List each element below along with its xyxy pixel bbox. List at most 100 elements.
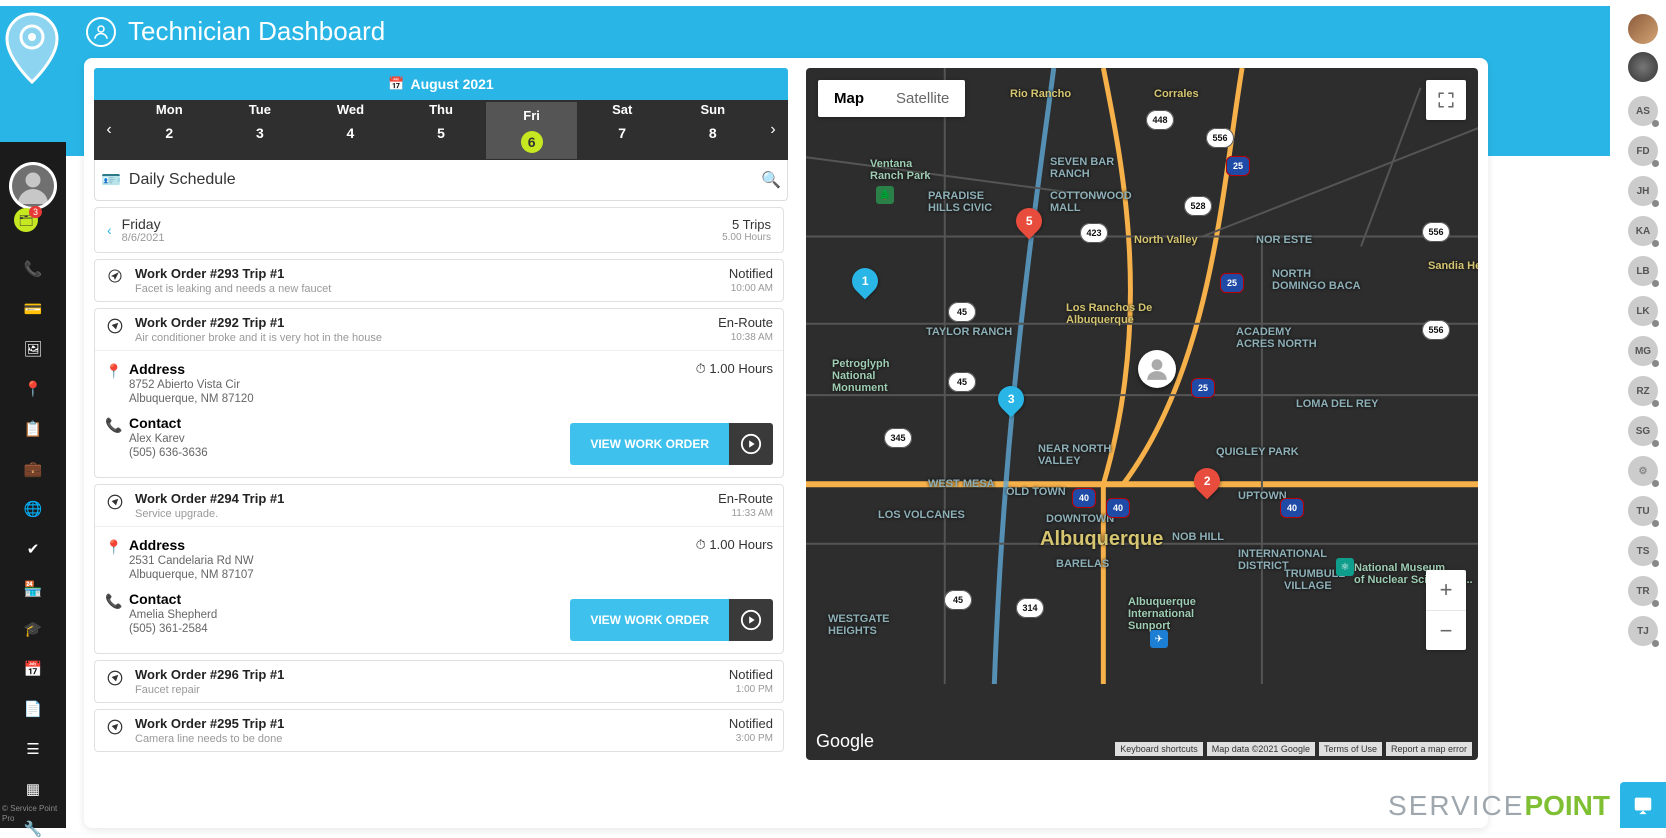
badge-icon: 🪪 [101,170,121,190]
road-shield: 314 [1016,598,1044,618]
fullscreen-button[interactable] [1426,80,1466,120]
chat-contact[interactable]: AS [1628,96,1658,126]
doc-icon[interactable]: 📄 [24,700,42,718]
chat-avatar-1[interactable] [1628,14,1658,44]
grad-icon[interactable]: 🎓 [24,620,42,638]
view-work-order-button[interactable]: VIEW WORK ORDER [570,423,729,465]
map-credit[interactable]: Keyboard shortcuts [1115,742,1203,756]
list-icon[interactable]: ☰ [24,740,42,758]
play-button[interactable] [729,423,773,465]
chat-contact[interactable]: LK [1628,296,1658,326]
map[interactable]: Rio RanchoCorralesVentanaRanch ParkSEVEN… [806,68,1478,760]
day-thu[interactable]: Thu5 [396,102,487,159]
chat-contact[interactable]: SG [1628,416,1658,446]
next-week-button[interactable]: › [758,121,788,139]
view-work-order-button[interactable]: VIEW WORK ORDER [570,599,729,641]
map-credit[interactable]: Map data ©2021 Google [1207,742,1315,756]
chat-settings-icon[interactable]: ⚙ [1628,456,1658,486]
map-label: WEST MESA [928,478,995,490]
wo-title: Work Order #292 Trip #1 [135,315,708,330]
avatar[interactable] [9,162,57,210]
wo-status: Notified [729,667,773,682]
chat-contact[interactable]: TR [1628,576,1658,606]
chat-contact[interactable]: FD [1628,136,1658,166]
briefcase-icon[interactable]: 💼 [24,460,42,478]
chat-contact[interactable]: TS [1628,536,1658,566]
card-icon[interactable]: 💳 [24,300,42,318]
map-type-map[interactable]: Map [818,80,880,117]
zoom-out-button[interactable]: − [1426,610,1466,650]
zoom-control: + − [1426,570,1466,650]
wo-duration: ⏱ 1.00 Hours [696,361,773,377]
map-credit[interactable]: Terms of Use [1319,742,1382,756]
day-tue[interactable]: Tue3 [215,102,306,159]
map-credits: Keyboard shortcuts Map data ©2021 Google T… [1115,742,1472,756]
chat-avatar-2[interactable] [1628,52,1658,82]
daily-schedule-title: Daily Schedule [129,171,753,189]
contact-label: Contact [129,591,570,607]
notification-badge[interactable]: 🗂 3 [14,208,38,232]
chat-contact[interactable]: JH [1628,176,1658,206]
contact-phone: (505) 361-2584 [129,623,570,635]
phone-icon[interactable]: 📞 [24,260,42,278]
work-order-card[interactable]: Work Order #295 Trip #1 Camera line need… [94,709,784,752]
day-sun[interactable]: Sun8 [667,102,758,159]
map-label: VentanaRanch Park [870,158,931,182]
museum-icon: ⚛ [1336,558,1354,576]
map-type-satellite[interactable]: Satellite [880,80,965,117]
page-title: Technician Dashboard [128,16,385,47]
search-icon[interactable]: 🔍 [761,170,781,190]
work-order-card[interactable]: Work Order #296 Trip #1 Faucet repair No… [94,660,784,703]
map-label: North Valley [1134,234,1198,246]
chat-contact[interactable]: TJ [1628,616,1658,646]
chat-contact[interactable]: LB [1628,256,1658,286]
wo-desc: Camera line needs to be done [135,733,719,745]
phone-icon: 📞 [105,415,129,434]
map-label: NORTHDOMINGO BACA [1272,268,1361,292]
user-icon [86,17,116,47]
map-tech-avatar[interactable] [1138,350,1176,388]
map-label: NOR ESTE [1256,234,1312,246]
store-icon[interactable]: 🏪 [24,580,42,598]
chat-toggle-button[interactable] [1620,782,1666,828]
map-credit[interactable]: Report a map error [1386,742,1472,756]
map-label: WESTGATEHEIGHTS [828,613,890,637]
image-icon[interactable]: 🖼 [24,340,42,358]
wo-status: En-Route [718,491,773,506]
road-shield: 528 [1184,196,1212,216]
wo-desc: Service upgrade. [135,508,708,520]
road-shield: 25 [1220,273,1244,293]
map-label: BARELAS [1056,558,1109,570]
chat-contact[interactable]: KA [1628,216,1658,246]
play-button[interactable] [729,599,773,641]
back-icon[interactable]: ‹ [107,222,112,238]
day-mon[interactable]: Mon2 [124,102,215,159]
chat-contact[interactable]: TU [1628,496,1658,526]
wo-time: 10:38 AM [718,332,773,343]
work-order-card[interactable]: Work Order #292 Trip #1 Air conditioner … [94,308,784,478]
road-shield: 556 [1206,128,1234,148]
day-sat[interactable]: Sat7 [577,102,668,159]
globe-icon[interactable]: 🌐 [24,500,42,518]
prev-week-button[interactable]: ‹ [94,121,124,139]
wo-desc: Facet is leaking and needs a new faucet [135,283,719,295]
work-order-card[interactable]: Work Order #293 Trip #1 Facet is leaking… [94,259,784,302]
map-label: LOS VOLCANES [878,509,965,521]
check-icon[interactable]: ✔ [24,540,42,558]
day-fri[interactable]: Fri6 [486,102,577,159]
grid-icon[interactable]: ▦ [24,780,42,798]
calendar-icon: 📅 [388,76,404,92]
map-label: Los Ranchos DeAlbuquerque [1066,302,1152,326]
clipboard-icon[interactable]: 📋 [24,420,42,438]
road-shield: 25 [1226,156,1250,176]
chat-contact[interactable]: MG [1628,336,1658,366]
zoom-in-button[interactable]: + [1426,570,1466,610]
nav-icon [105,667,125,687]
work-order-card[interactable]: Work Order #294 Trip #1 Service upgrade.… [94,484,784,654]
map-label: NOB HILL [1172,531,1224,543]
pin-icon[interactable]: 📍 [24,380,42,398]
day-wed[interactable]: Wed4 [305,102,396,159]
address-line2: Albuquerque, NM 87107 [129,569,696,581]
chat-contact[interactable]: RZ [1628,376,1658,406]
calendar-icon[interactable]: 📅 [24,660,42,678]
